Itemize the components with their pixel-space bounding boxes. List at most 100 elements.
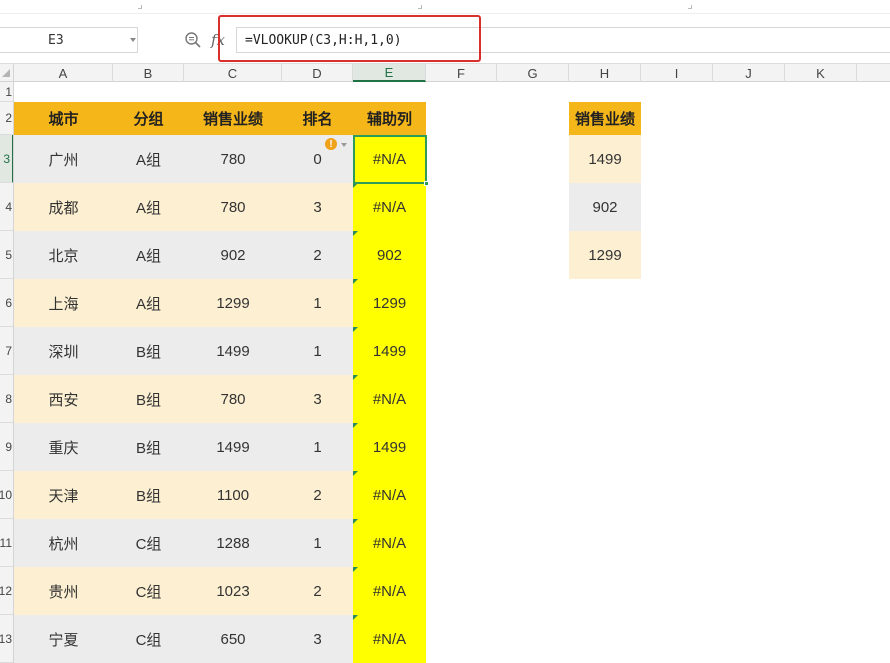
table-cell[interactable]: 2: [282, 231, 353, 279]
column-header-g[interactable]: G: [497, 64, 569, 82]
lookup-cell[interactable]: 1299: [569, 231, 641, 279]
error-indicator-icon: [353, 375, 358, 380]
column-header-a[interactable]: A: [14, 64, 113, 82]
table-header-5[interactable]: 辅助列: [353, 102, 426, 135]
column-header-e[interactable]: E: [353, 64, 426, 82]
column-header-i[interactable]: I: [641, 64, 713, 82]
row-header-6[interactable]: 6: [0, 279, 13, 327]
name-box[interactable]: E3: [0, 27, 138, 53]
table-cell[interactable]: 780: [184, 375, 282, 423]
chevron-down-icon[interactable]: [341, 143, 347, 147]
lookup-cell[interactable]: 1499: [569, 135, 641, 183]
row-header-11[interactable]: 11: [0, 519, 13, 567]
table-cell[interactable]: B组: [113, 375, 184, 423]
column-header-b[interactable]: B: [113, 64, 184, 82]
table-cell[interactable]: 1: [282, 519, 353, 567]
table-cell[interactable]: C组: [113, 519, 184, 567]
row-header-7[interactable]: 7: [0, 327, 13, 375]
table-cell[interactable]: C组: [113, 567, 184, 615]
table-cell[interactable]: 780: [184, 183, 282, 231]
row-header-2[interactable]: 2: [0, 102, 13, 135]
table-cell[interactable]: 宁夏: [14, 615, 113, 663]
table-cell[interactable]: 902: [184, 231, 282, 279]
column-header-k[interactable]: K: [785, 64, 857, 82]
chevron-down-icon[interactable]: [130, 38, 136, 42]
table-cell[interactable]: 1: [282, 423, 353, 471]
table-cell[interactable]: #N/A: [353, 375, 426, 423]
table-cell[interactable]: 2: [282, 567, 353, 615]
column-header-c[interactable]: C: [184, 64, 282, 82]
table-cell[interactable]: 重庆: [14, 423, 113, 471]
row-header-1[interactable]: 1: [0, 82, 13, 102]
table-cell[interactable]: 1299: [353, 279, 426, 327]
table-cell[interactable]: 成都: [14, 183, 113, 231]
table-cell[interactable]: 1100: [184, 471, 282, 519]
table-cell[interactable]: 1023: [184, 567, 282, 615]
table-cell[interactable]: 上海: [14, 279, 113, 327]
table-cell[interactable]: 杭州: [14, 519, 113, 567]
table-cell[interactable]: A组: [113, 135, 184, 183]
table-cell[interactable]: 贵州: [14, 567, 113, 615]
table-cell[interactable]: 1499: [184, 423, 282, 471]
table-header-4[interactable]: 排名: [282, 102, 353, 135]
table-cell[interactable]: 2: [282, 471, 353, 519]
table-cell[interactable]: 1499: [353, 327, 426, 375]
table-cell[interactable]: 650: [184, 615, 282, 663]
active-cell-selection[interactable]: [353, 135, 427, 184]
table-cell[interactable]: 3: [282, 615, 353, 663]
worksheet-grid[interactable]: 城市 分组 销售业绩 排名 辅助列 广州 A组 780 0 #N/A 成都 A组 780 3 #N/A 北京 A…: [14, 82, 890, 663]
table-cell[interactable]: 3: [282, 183, 353, 231]
table-cell[interactable]: A组: [113, 183, 184, 231]
table-cell[interactable]: 1: [282, 327, 353, 375]
table-cell[interactable]: 1288: [184, 519, 282, 567]
lookup-header[interactable]: 销售业绩: [569, 102, 641, 135]
column-header-f[interactable]: F: [426, 64, 497, 82]
table-cell[interactable]: C组: [113, 615, 184, 663]
table-cell[interactable]: #N/A: [353, 567, 426, 615]
table-cell[interactable]: #N/A: [353, 183, 426, 231]
lookup-cell[interactable]: 902: [569, 183, 641, 231]
fill-handle[interactable]: [424, 181, 429, 186]
row-header-10[interactable]: 10: [0, 471, 13, 519]
row-header-3[interactable]: 3: [0, 135, 13, 183]
table-cell[interactable]: B组: [113, 471, 184, 519]
table-cell[interactable]: #N/A: [353, 519, 426, 567]
table-cell[interactable]: 1499: [184, 327, 282, 375]
table-cell[interactable]: 780: [184, 135, 282, 183]
table-cell[interactable]: B组: [113, 327, 184, 375]
table-cell[interactable]: 广州: [14, 135, 113, 183]
table-cell[interactable]: 902: [353, 231, 426, 279]
row-header-5[interactable]: 5: [0, 231, 13, 279]
table-cell[interactable]: 1499: [353, 423, 426, 471]
table-cell[interactable]: #N/A: [353, 615, 426, 663]
row-header-13[interactable]: 13: [0, 615, 13, 663]
formula-highlight-annotation: [218, 15, 481, 62]
row-header-12[interactable]: 12: [0, 567, 13, 615]
table-cell[interactable]: 天津: [14, 471, 113, 519]
table-header-2[interactable]: 分组: [113, 102, 184, 135]
error-warning-icon[interactable]: !: [325, 138, 337, 150]
ribbon-separator: [138, 5, 142, 9]
error-indicator-icon: [353, 231, 358, 236]
table-cell[interactable]: B组: [113, 423, 184, 471]
error-indicator-icon: [353, 423, 358, 428]
table-cell[interactable]: 北京: [14, 231, 113, 279]
row-header-8[interactable]: 8: [0, 375, 13, 423]
table-cell[interactable]: 1299: [184, 279, 282, 327]
table-cell[interactable]: A组: [113, 231, 184, 279]
row-header-9[interactable]: 9: [0, 423, 13, 471]
table-cell[interactable]: 深圳: [14, 327, 113, 375]
column-header-h[interactable]: H: [569, 64, 641, 82]
zoom-formula-icon[interactable]: [184, 31, 202, 49]
row-header-4[interactable]: 4: [0, 183, 13, 231]
table-cell[interactable]: 西安: [14, 375, 113, 423]
select-all-corner[interactable]: [0, 64, 14, 82]
column-header-d[interactable]: D: [282, 64, 353, 82]
table-cell[interactable]: A组: [113, 279, 184, 327]
table-cell[interactable]: 3: [282, 375, 353, 423]
column-header-j[interactable]: J: [713, 64, 785, 82]
table-header-1[interactable]: 城市: [14, 102, 113, 135]
table-cell[interactable]: #N/A: [353, 471, 426, 519]
table-cell[interactable]: 1: [282, 279, 353, 327]
table-header-3[interactable]: 销售业绩: [184, 102, 282, 135]
